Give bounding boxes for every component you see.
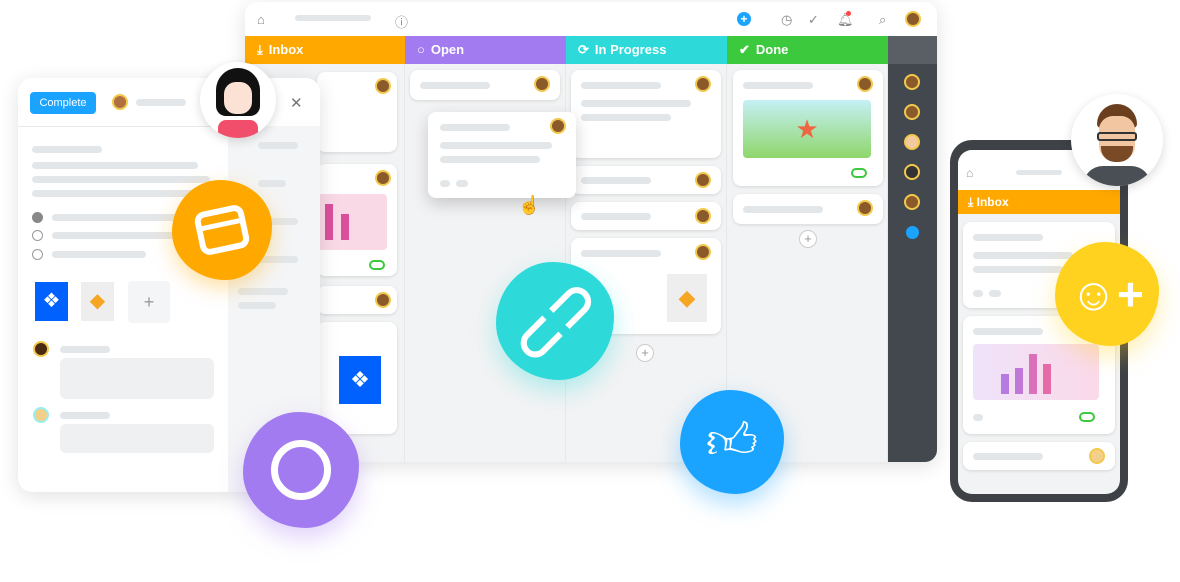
- link-badge: ⊂⊃: [496, 262, 614, 380]
- members-sidebar: [888, 64, 937, 462]
- task-card[interactable]: [963, 442, 1115, 470]
- column-header-open[interactable]: ○ Open: [405, 36, 566, 64]
- task-card[interactable]: [733, 194, 883, 224]
- chat-bubble-icon: [271, 440, 331, 500]
- task-card[interactable]: [317, 72, 397, 152]
- task-card[interactable]: [410, 70, 560, 100]
- sketch-icon[interactable]: ◆: [81, 282, 114, 321]
- board-window: ⌂ ⓘ + ◷ ✓ 🔔︎ ⌕ ⤓ Inbox ○ Open ⟳ In Progress…: [245, 2, 937, 462]
- task-card[interactable]: [571, 166, 721, 194]
- calendar-badge: [172, 180, 272, 280]
- refresh-icon: ⟳: [578, 42, 589, 57]
- circle-icon: ○: [417, 42, 425, 57]
- thumbs-up-badge: 👍︎: [680, 390, 784, 494]
- task-card[interactable]: [571, 70, 721, 158]
- dropbox-icon: ❖: [339, 356, 381, 404]
- sidebar-toggle[interactable]: [888, 36, 937, 64]
- breadcrumb: [295, 15, 371, 21]
- emoji-badge: ☺+: [1055, 242, 1159, 346]
- hand-cursor-icon: ☝: [518, 195, 541, 215]
- column-header-inbox[interactable]: ⤓ Inbox: [245, 36, 405, 64]
- chat-badge: [243, 412, 359, 528]
- task-card[interactable]: [571, 202, 721, 230]
- dragged-task-card[interactable]: [428, 112, 576, 198]
- add-attachment-button[interactable]: +: [128, 281, 170, 323]
- check-circle-icon: ✔: [739, 42, 750, 57]
- task-card[interactable]: ❖: [317, 322, 397, 434]
- man-avatar: [1071, 94, 1163, 186]
- task-card[interactable]: ★: [733, 70, 883, 186]
- task-card[interactable]: [317, 286, 397, 314]
- add-task-button[interactable]: +: [636, 344, 654, 362]
- close-icon[interactable]: ✕: [290, 94, 303, 112]
- dropbox-icon[interactable]: ❖: [35, 282, 68, 321]
- task-card[interactable]: [317, 164, 397, 276]
- complete-button[interactable]: Complete: [30, 92, 96, 114]
- info-icon[interactable]: ⓘ: [395, 12, 408, 31]
- checkbox[interactable]: [32, 230, 43, 241]
- search-icon[interactable]: ⌕: [879, 12, 886, 28]
- sketch-icon: ◆: [667, 274, 707, 322]
- add-member-button[interactable]: [906, 226, 919, 239]
- column-header-in-progress[interactable]: ⟳ In Progress: [566, 36, 727, 64]
- download-icon: ⤓: [257, 42, 263, 57]
- add-emoji-icon: ☺+: [1070, 268, 1144, 320]
- comment-box: [60, 424, 214, 453]
- home-icon[interactable]: ⌂: [966, 166, 973, 180]
- woman-avatar: [200, 62, 276, 138]
- phone-column-header-inbox[interactable]: ⤓ Inbox: [958, 190, 1120, 214]
- home-icon[interactable]: ⌂: [257, 12, 265, 27]
- avatar[interactable]: [905, 11, 921, 27]
- comment-box: [60, 358, 214, 399]
- thumbs-up-icon: 👍︎: [705, 413, 759, 469]
- calendar-icon: [192, 203, 252, 257]
- check-circle-icon[interactable]: ✓: [808, 12, 819, 28]
- checkbox-checked[interactable]: [32, 212, 43, 223]
- timer-icon[interactable]: ◷: [781, 12, 792, 28]
- column-header-done[interactable]: ✔ Done: [727, 36, 888, 64]
- add-icon[interactable]: +: [737, 12, 751, 26]
- add-task-button[interactable]: +: [799, 230, 817, 248]
- notification-dot: [846, 11, 851, 16]
- paperclip-icon: ⊂⊃: [497, 264, 613, 379]
- star-image: ★: [743, 100, 871, 158]
- download-icon: ⤓: [968, 195, 977, 209]
- checkbox[interactable]: [32, 249, 43, 260]
